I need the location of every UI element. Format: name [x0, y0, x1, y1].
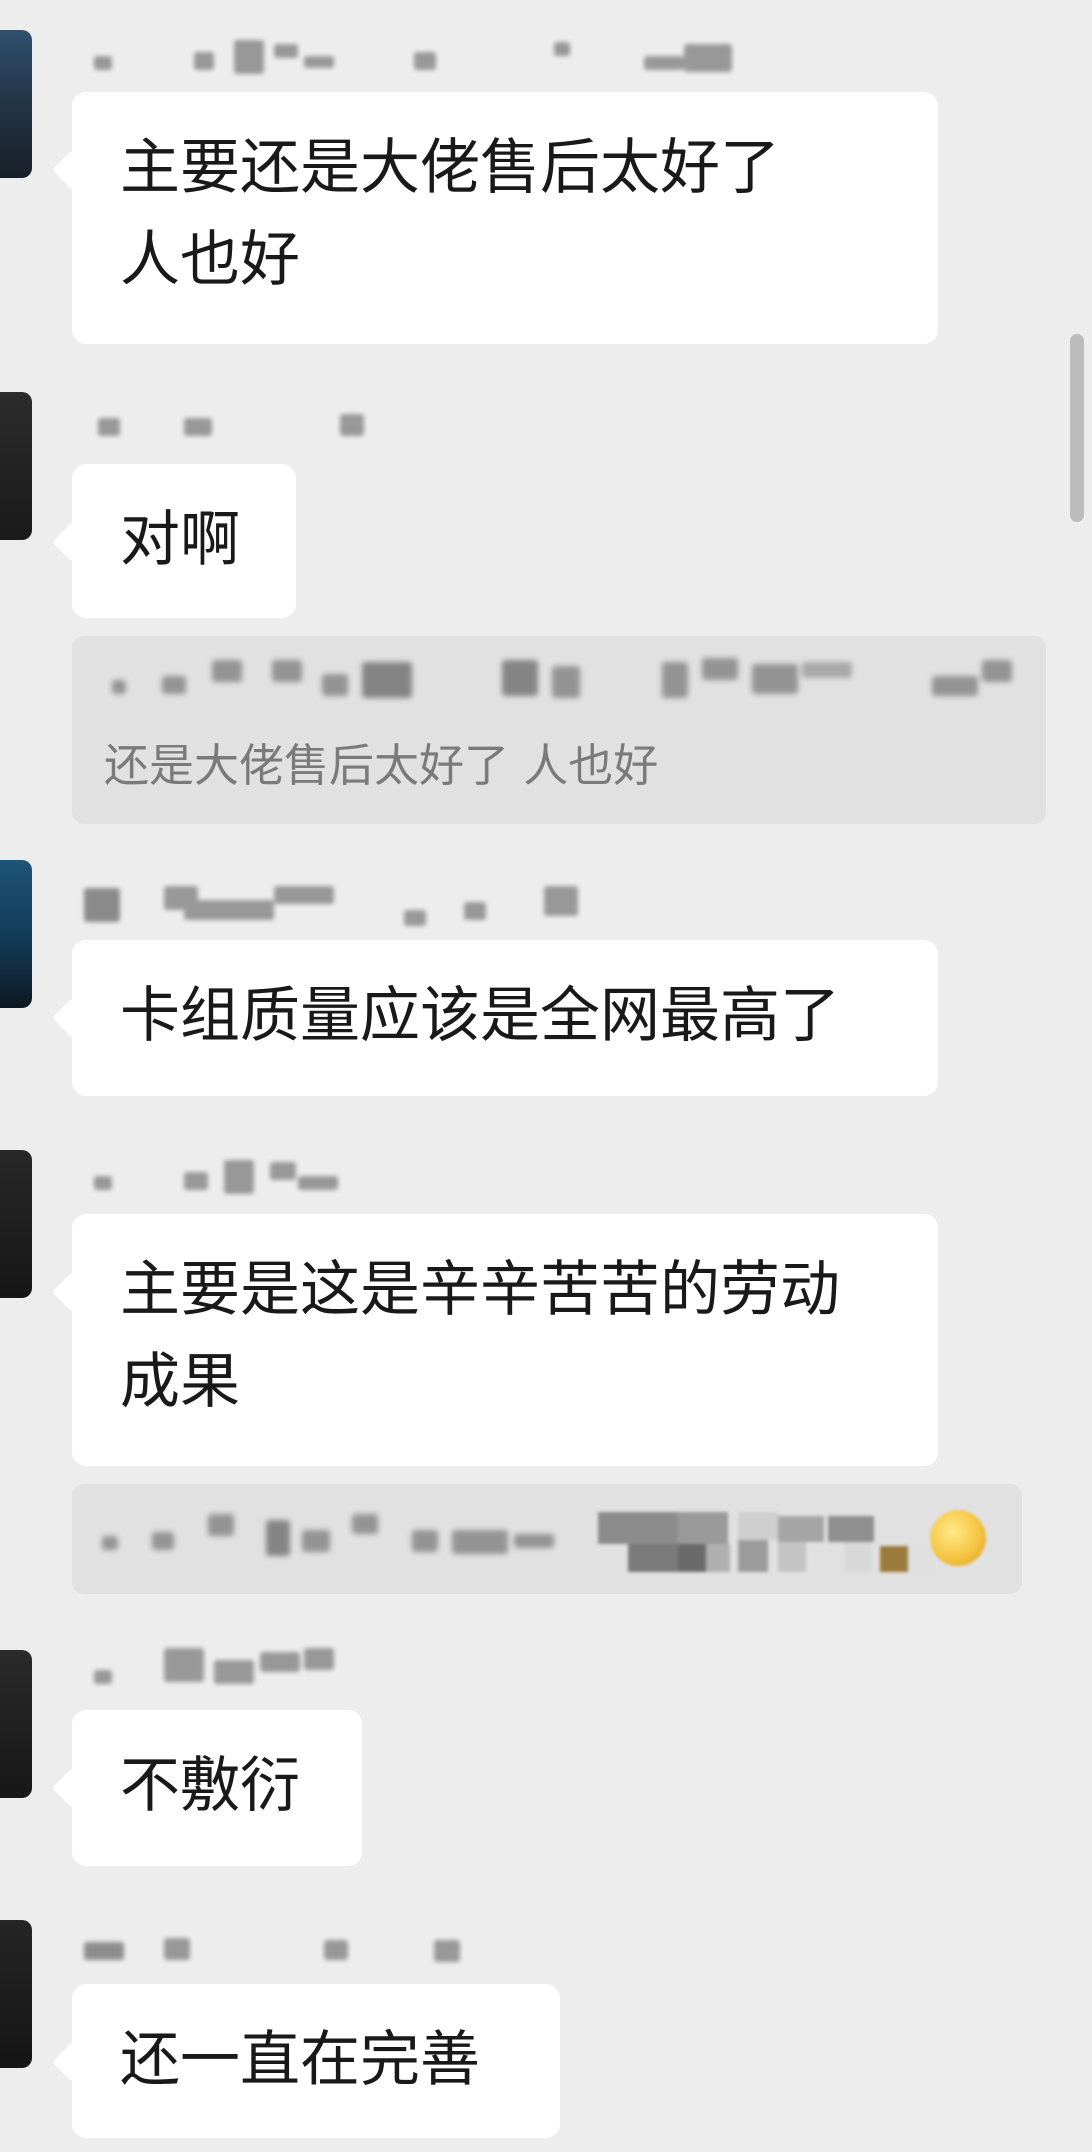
message-bubble[interactable]: 不敷衍 [72, 1710, 362, 1866]
sender-avatar[interactable] [0, 1150, 32, 1298]
sender-avatar[interactable] [0, 392, 32, 540]
quoted-message[interactable] [72, 1484, 1022, 1594]
scrollbar-thumb[interactable] [1070, 334, 1084, 522]
message-text: 对啊 [120, 505, 240, 575]
message-text: 主要是这是辛辛苦苦的劳动 [120, 1255, 840, 1325]
quoted-text: 还是大佬售后太好了 人也好 [104, 739, 659, 792]
sender-avatar[interactable] [0, 30, 32, 178]
sender-name-redacted [84, 884, 644, 928]
message-text: 成果 [120, 1347, 240, 1417]
emoji-icon [930, 1510, 986, 1566]
sender-name-redacted [84, 38, 744, 82]
sender-avatar[interactable] [0, 1650, 32, 1798]
message-text: 主要还是大佬售后太好了 [120, 133, 780, 203]
message-bubble[interactable]: 还一直在完善 [72, 1984, 560, 2138]
message-bubble[interactable]: 主要还是大佬售后太好了 人也好 [72, 92, 938, 344]
sender-avatar[interactable] [0, 1920, 32, 2068]
message-bubble[interactable]: 卡组质量应该是全网最高了 [72, 940, 938, 1096]
sender-name-redacted [84, 1928, 504, 1972]
message-bubble[interactable]: 主要是这是辛辛苦苦的劳动 成果 [72, 1214, 938, 1466]
message-bubble[interactable]: 对啊 [72, 464, 296, 618]
sender-avatar[interactable] [0, 860, 32, 1008]
message-text: 人也好 [120, 225, 300, 295]
sender-name-redacted [84, 1648, 404, 1692]
quoted-message[interactable]: 还是大佬售后太好了 人也好 [72, 636, 1046, 824]
sender-name-redacted [84, 1158, 404, 1202]
message-text: 不敷衍 [120, 1751, 300, 1821]
quoted-sender-redacted [102, 1514, 622, 1564]
message-text: 还一直在完善 [120, 2025, 480, 2095]
quoted-sender-redacted [102, 658, 1016, 708]
sender-name-redacted [84, 404, 404, 448]
message-text: 卡组质量应该是全网最高了 [120, 981, 840, 1051]
